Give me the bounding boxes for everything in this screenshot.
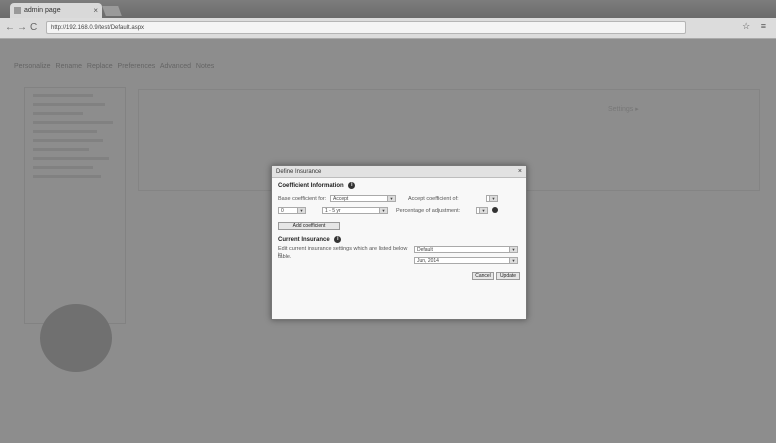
current-insurance-description-line2: table.: [278, 254, 292, 260]
chevron-down-icon: ▼: [387, 196, 395, 201]
reload-icon[interactable]: C: [30, 21, 37, 35]
period-select[interactable]: 1 - 5 yr ▼: [322, 207, 388, 214]
base-coefficient-label: Base coefficient for:: [278, 196, 327, 202]
chevron-down-icon: ▼: [479, 208, 487, 213]
chevron-down-icon: ▼: [509, 247, 517, 252]
chevron-down-icon: ▼: [509, 258, 517, 263]
favicon-icon: [14, 7, 21, 14]
tab-title: admin page: [24, 7, 61, 14]
define-insurance-dialog: Define Insurance × Coefficient Informati…: [271, 165, 527, 320]
quantity-value: 0: [281, 208, 284, 214]
back-icon[interactable]: ←: [5, 21, 15, 35]
percentage-select[interactable]: ▼: [476, 207, 488, 214]
base-coefficient-select[interactable]: Accept ▼: [330, 195, 396, 202]
insurance-type-select[interactable]: Default ▼: [414, 246, 518, 253]
update-button[interactable]: Update: [496, 272, 520, 280]
period-value: 1 - 5 yr: [325, 208, 341, 214]
base-coefficient-value: Accept: [333, 196, 349, 202]
browser-menu-icons[interactable]: ☆ ≡: [742, 21, 770, 32]
info-icon[interactable]: i: [348, 182, 356, 189]
chevron-down-icon: ▼: [379, 208, 387, 213]
info-icon[interactable]: i: [334, 236, 342, 243]
tab-close-icon[interactable]: ×: [93, 3, 98, 18]
insurance-date-value: Jun, 2014: [417, 258, 439, 264]
accept-coefficient-label: Accept coefficient of:: [408, 196, 459, 202]
coefficient-section-label: Coefficient Information: [278, 183, 344, 190]
browser-toolbar: ← → C http://192.168.0.9/test/Default.as…: [0, 18, 776, 39]
coefficient-section-title: Coefficient Information i: [278, 182, 356, 190]
settings-icon[interactable]: [492, 207, 498, 213]
chevron-down-icon: ▼: [297, 208, 305, 213]
forward-icon[interactable]: →: [17, 21, 27, 35]
quantity-select[interactable]: 0 ▼: [278, 207, 306, 214]
browser-titlebar: admin page ×: [0, 0, 776, 18]
accept-coefficient-select[interactable]: ▼: [486, 195, 498, 202]
cancel-button[interactable]: Cancel: [472, 272, 494, 280]
browser-tab[interactable]: admin page ×: [10, 3, 102, 18]
dialog-close-icon[interactable]: ×: [518, 166, 522, 178]
percentage-label: Percentage of adjustment:: [396, 208, 461, 214]
dialog-titlebar: Define Insurance ×: [272, 166, 526, 178]
current-insurance-description: Edit current insurance settings which ar…: [278, 246, 408, 258]
current-insurance-section-title: Current Insurance i: [278, 236, 342, 244]
address-bar[interactable]: http://192.168.0.9/test/Default.aspx: [46, 21, 686, 34]
dialog-title: Define Insurance: [276, 169, 322, 175]
new-tab-button[interactable]: [102, 6, 122, 16]
add-coefficient-button[interactable]: Add coefficient: [278, 222, 340, 230]
current-insurance-section-label: Current Insurance: [278, 237, 330, 244]
chevron-down-icon: ▼: [489, 196, 497, 201]
insurance-type-value: Default: [417, 247, 433, 253]
insurance-date-select[interactable]: Jun, 2014 ▼: [414, 257, 518, 264]
